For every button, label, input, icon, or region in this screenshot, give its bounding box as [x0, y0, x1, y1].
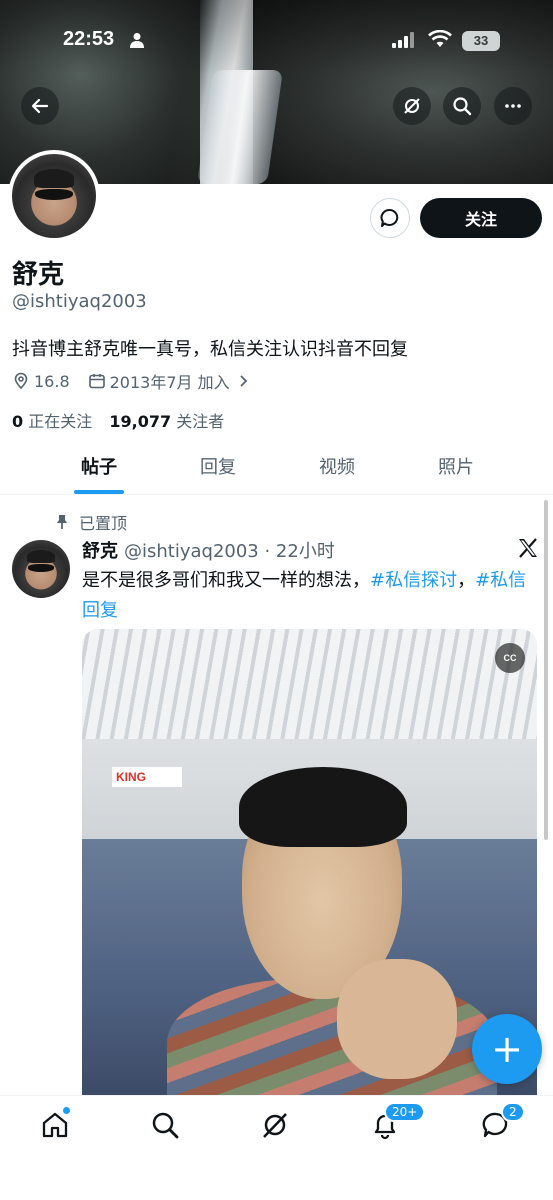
chat-bubble-icon	[380, 209, 399, 227]
profile-avatar[interactable]	[8, 150, 100, 242]
nav-search[interactable]	[150, 1110, 184, 1144]
profile-tabs: 帖子 回复 视频 照片	[0, 445, 553, 495]
hashtag-link[interactable]: #私信探讨	[370, 570, 457, 591]
video-person	[167, 729, 497, 1099]
chevron-right-icon	[239, 375, 247, 387]
pin-icon	[57, 515, 67, 529]
nav-grok[interactable]	[260, 1110, 294, 1144]
nav-home[interactable]	[40, 1106, 74, 1144]
pinned-indicator: 已置顶	[55, 510, 127, 534]
post-handle-time[interactable]: @ishtiyaq2003 · 22小时	[124, 541, 335, 562]
search-icon	[453, 97, 472, 116]
compose-button[interactable]: +	[472, 1014, 542, 1084]
person-icon	[130, 32, 144, 52]
pinned-label: 已置顶	[79, 514, 128, 533]
profile-meta: 16.8 2013年7月 加入	[12, 369, 256, 393]
arrow-left-icon	[31, 98, 49, 114]
tab-videos[interactable]: 视频	[277, 445, 397, 495]
location-pin-icon	[14, 372, 28, 390]
post-text-plain: 是不是很多哥们和我又一样的想法，	[82, 570, 370, 591]
tab-photos[interactable]: 照片	[396, 445, 516, 495]
message-button[interactable]	[370, 198, 410, 238]
scrollbar[interactable]	[544, 500, 548, 840]
grok-button[interactable]	[393, 87, 431, 125]
video-ceiling	[82, 629, 537, 739]
more-icon	[505, 104, 521, 108]
nav-notifications[interactable]: 20+	[370, 1102, 426, 1144]
nav-messages[interactable]: 2	[481, 1102, 525, 1144]
post-text-separator: ，	[457, 570, 476, 591]
search-icon	[152, 1112, 179, 1139]
post-author-name[interactable]: 舒克	[82, 541, 118, 562]
followers-count: 19,077	[109, 412, 172, 431]
post-header: 舒克 @ishtiyaq2003 · 22小时	[82, 537, 335, 563]
follow-stats: 0 正在关注 19,077 关注者	[12, 408, 224, 432]
post-avatar-image	[12, 540, 70, 598]
calendar-icon	[88, 374, 105, 389]
battery-indicator: 33	[462, 31, 500, 51]
grok-icon	[404, 98, 420, 114]
post-text: 是不是很多哥们和我又一样的想法，#私信探讨，#私信回复	[82, 566, 534, 626]
followers-link[interactable]: 19,077 关注者	[109, 412, 224, 431]
following-label: 正在关注	[28, 412, 93, 431]
more-button[interactable]	[494, 87, 532, 125]
profile-bio: 抖音博主舒克唯一真号，私信关注认识抖音不回复	[12, 339, 408, 360]
joined-item[interactable]: 2013年7月 加入	[88, 369, 256, 393]
profile-handle: @ishtiyaq2003	[12, 291, 147, 312]
grok-icon	[263, 1113, 287, 1138]
wifi-icon	[428, 29, 452, 53]
avatar-image	[12, 154, 96, 238]
profile-name: 舒克	[12, 260, 65, 290]
bottom-nav: 20+ 2	[0, 1095, 553, 1200]
notifications-badge: 20+	[384, 1102, 426, 1122]
following-link[interactable]: 0 正在关注	[12, 412, 92, 431]
following-count: 0	[12, 412, 24, 431]
post-video[interactable]: KING CC	[82, 629, 537, 1099]
search-button[interactable]	[443, 87, 481, 125]
messages-badge: 2	[501, 1102, 525, 1122]
status-time: 22:53	[63, 28, 115, 50]
signal-icon	[392, 32, 416, 48]
back-button[interactable]	[21, 87, 59, 125]
active-tab-indicator	[74, 490, 124, 494]
location-text: 16.8	[34, 371, 70, 391]
tab-posts[interactable]: 帖子	[39, 445, 159, 495]
x-logo-icon	[519, 538, 537, 558]
joined-text: 2013年7月 加入	[109, 373, 230, 392]
home-notification-dot	[62, 1106, 71, 1115]
post-author-avatar[interactable]	[12, 540, 70, 598]
tab-replies[interactable]: 回复	[158, 445, 278, 495]
location-item: 16.8	[12, 372, 70, 391]
followers-label: 关注者	[176, 412, 225, 431]
closed-captions-button[interactable]: CC	[495, 643, 525, 673]
status-bar: 22:53 33	[0, 28, 553, 54]
follow-button[interactable]: 关注	[420, 198, 542, 238]
